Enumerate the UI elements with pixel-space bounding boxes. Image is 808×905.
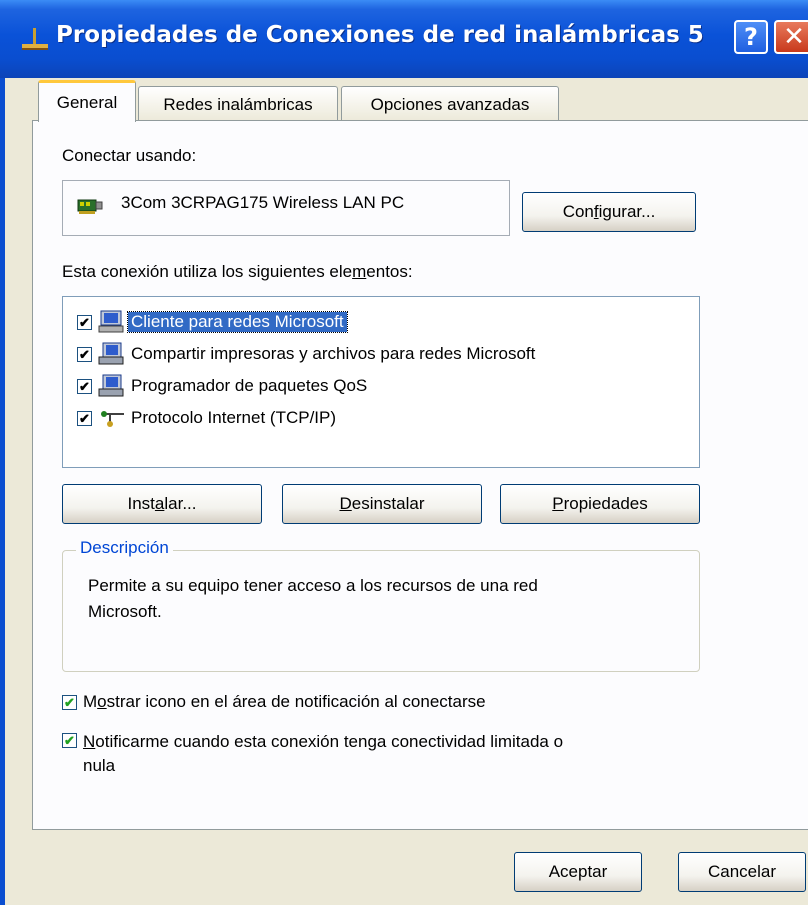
notify-label-end: otificarme cuando esta conexión tenga co… bbox=[95, 732, 564, 751]
button-label-end: esinstalar bbox=[351, 494, 425, 513]
tab-wireless-networks[interactable]: Redes inalámbricas bbox=[138, 86, 338, 122]
network-card-icon bbox=[77, 199, 103, 214]
adapter-field: 3Com 3CRPAG175 Wireless LAN PC bbox=[62, 180, 510, 236]
help-button[interactable]: ? bbox=[734, 20, 768, 54]
component-checkbox[interactable]: ✔ bbox=[77, 410, 92, 426]
list-item[interactable]: ✔ Protocolo Internet (TCP/IP) bbox=[77, 403, 339, 433]
component-label: Cliente para redes Microsoft bbox=[127, 311, 348, 333]
tab-general[interactable]: General bbox=[38, 80, 136, 122]
uninstall-button[interactable]: Desinstalar bbox=[282, 484, 482, 524]
description-title: Descripción bbox=[76, 538, 173, 558]
ok-button[interactable]: Aceptar bbox=[514, 852, 642, 892]
configure-button[interactable]: Con f igurar... bbox=[522, 192, 696, 232]
component-label: Programador de paquetes QoS bbox=[131, 376, 368, 395]
connect-using-label: Conectar usando: bbox=[62, 146, 197, 165]
button-label-start: Con bbox=[562, 202, 594, 221]
button-mnemonic: a bbox=[154, 494, 165, 513]
show-icon-label-mnemonic: o bbox=[97, 692, 107, 711]
component-label: Compartir impresoras y archivos para red… bbox=[131, 344, 536, 363]
tab-label: Opciones avanzadas bbox=[370, 94, 530, 114]
notify-checkbox[interactable]: ✔ bbox=[62, 733, 77, 748]
tab-label: Redes inalámbricas bbox=[163, 94, 313, 114]
tab-advanced-options[interactable]: Opciones avanzadas bbox=[341, 86, 559, 122]
button-label-end: ropiedades bbox=[563, 494, 648, 513]
ok-label: Aceptar bbox=[548, 862, 608, 881]
tab-label: General bbox=[56, 92, 118, 112]
title-bar[interactable]: Propiedades de Conexiones de red inalámb… bbox=[0, 0, 808, 78]
window-frame bbox=[0, 78, 5, 905]
button-label-end: lar... bbox=[164, 494, 197, 513]
components-list[interactable]: ✔ Cliente para redes Microsoft ✔ Compart… bbox=[62, 296, 700, 468]
description-line-2: Microsoft. bbox=[88, 602, 162, 621]
cancel-label: Cancelar bbox=[707, 862, 777, 881]
cancel-button[interactable]: Cancelar bbox=[678, 852, 806, 892]
network-service-icon bbox=[98, 374, 124, 397]
button-label-start: Inst bbox=[127, 494, 155, 513]
component-checkbox[interactable]: ✔ bbox=[77, 314, 92, 330]
button-mnemonic: P bbox=[552, 494, 564, 513]
network-connection-icon bbox=[22, 28, 48, 50]
notify-label-line-2: nula bbox=[83, 756, 116, 775]
button-label-end: igurar... bbox=[598, 202, 656, 221]
show-icon-label-start: M bbox=[83, 692, 98, 711]
network-protocol-icon bbox=[101, 411, 124, 427]
close-button[interactable]: ✕ bbox=[774, 20, 808, 54]
network-service-icon bbox=[98, 342, 124, 365]
show-icon-label: Mostrar icono en el área de notificación… bbox=[83, 692, 486, 712]
components-label-mnemonic: m bbox=[352, 262, 367, 281]
components-label: Esta conexión utiliza los siguientes ele… bbox=[62, 262, 413, 282]
network-client-icon bbox=[98, 310, 124, 333]
show-icon-label-end: strar icono en el área de notificación a… bbox=[106, 692, 486, 711]
notify-option[interactable]: ✔ Notificarme cuando esta conexión tenga… bbox=[62, 730, 563, 778]
window-title: Propiedades de Conexiones de red inalámb… bbox=[56, 22, 704, 48]
adapter-name: 3Com 3CRPAG175 Wireless LAN PC bbox=[121, 193, 405, 212]
component-checkbox[interactable]: ✔ bbox=[77, 378, 92, 394]
component-label: Protocolo Internet (TCP/IP) bbox=[131, 408, 337, 427]
list-item[interactable]: ✔ Compartir impresoras y archivos para r… bbox=[77, 339, 538, 369]
show-icon-checkbox[interactable]: ✔ bbox=[62, 695, 77, 710]
properties-button[interactable]: Propiedades bbox=[500, 484, 700, 524]
show-icon-option[interactable]: ✔ Mostrar icono en el área de notificaci… bbox=[62, 692, 486, 712]
notify-label-mnemonic: N bbox=[83, 732, 96, 751]
description-line-1: Permite a su equipo tener acceso a los r… bbox=[88, 576, 538, 595]
notify-label: Notificarme cuando esta conexión tenga c… bbox=[83, 730, 563, 778]
components-label-end: entos: bbox=[366, 262, 413, 281]
install-button[interactable]: Inst a lar... bbox=[62, 484, 262, 524]
components-label-start: Esta conexión utiliza los siguientes ele bbox=[62, 262, 353, 281]
component-checkbox[interactable]: ✔ bbox=[77, 346, 92, 362]
list-item[interactable]: ✔ Cliente para redes Microsoft bbox=[77, 307, 348, 337]
list-item[interactable]: ✔ Programador de paquetes QoS bbox=[77, 371, 370, 401]
button-mnemonic: D bbox=[339, 494, 352, 513]
